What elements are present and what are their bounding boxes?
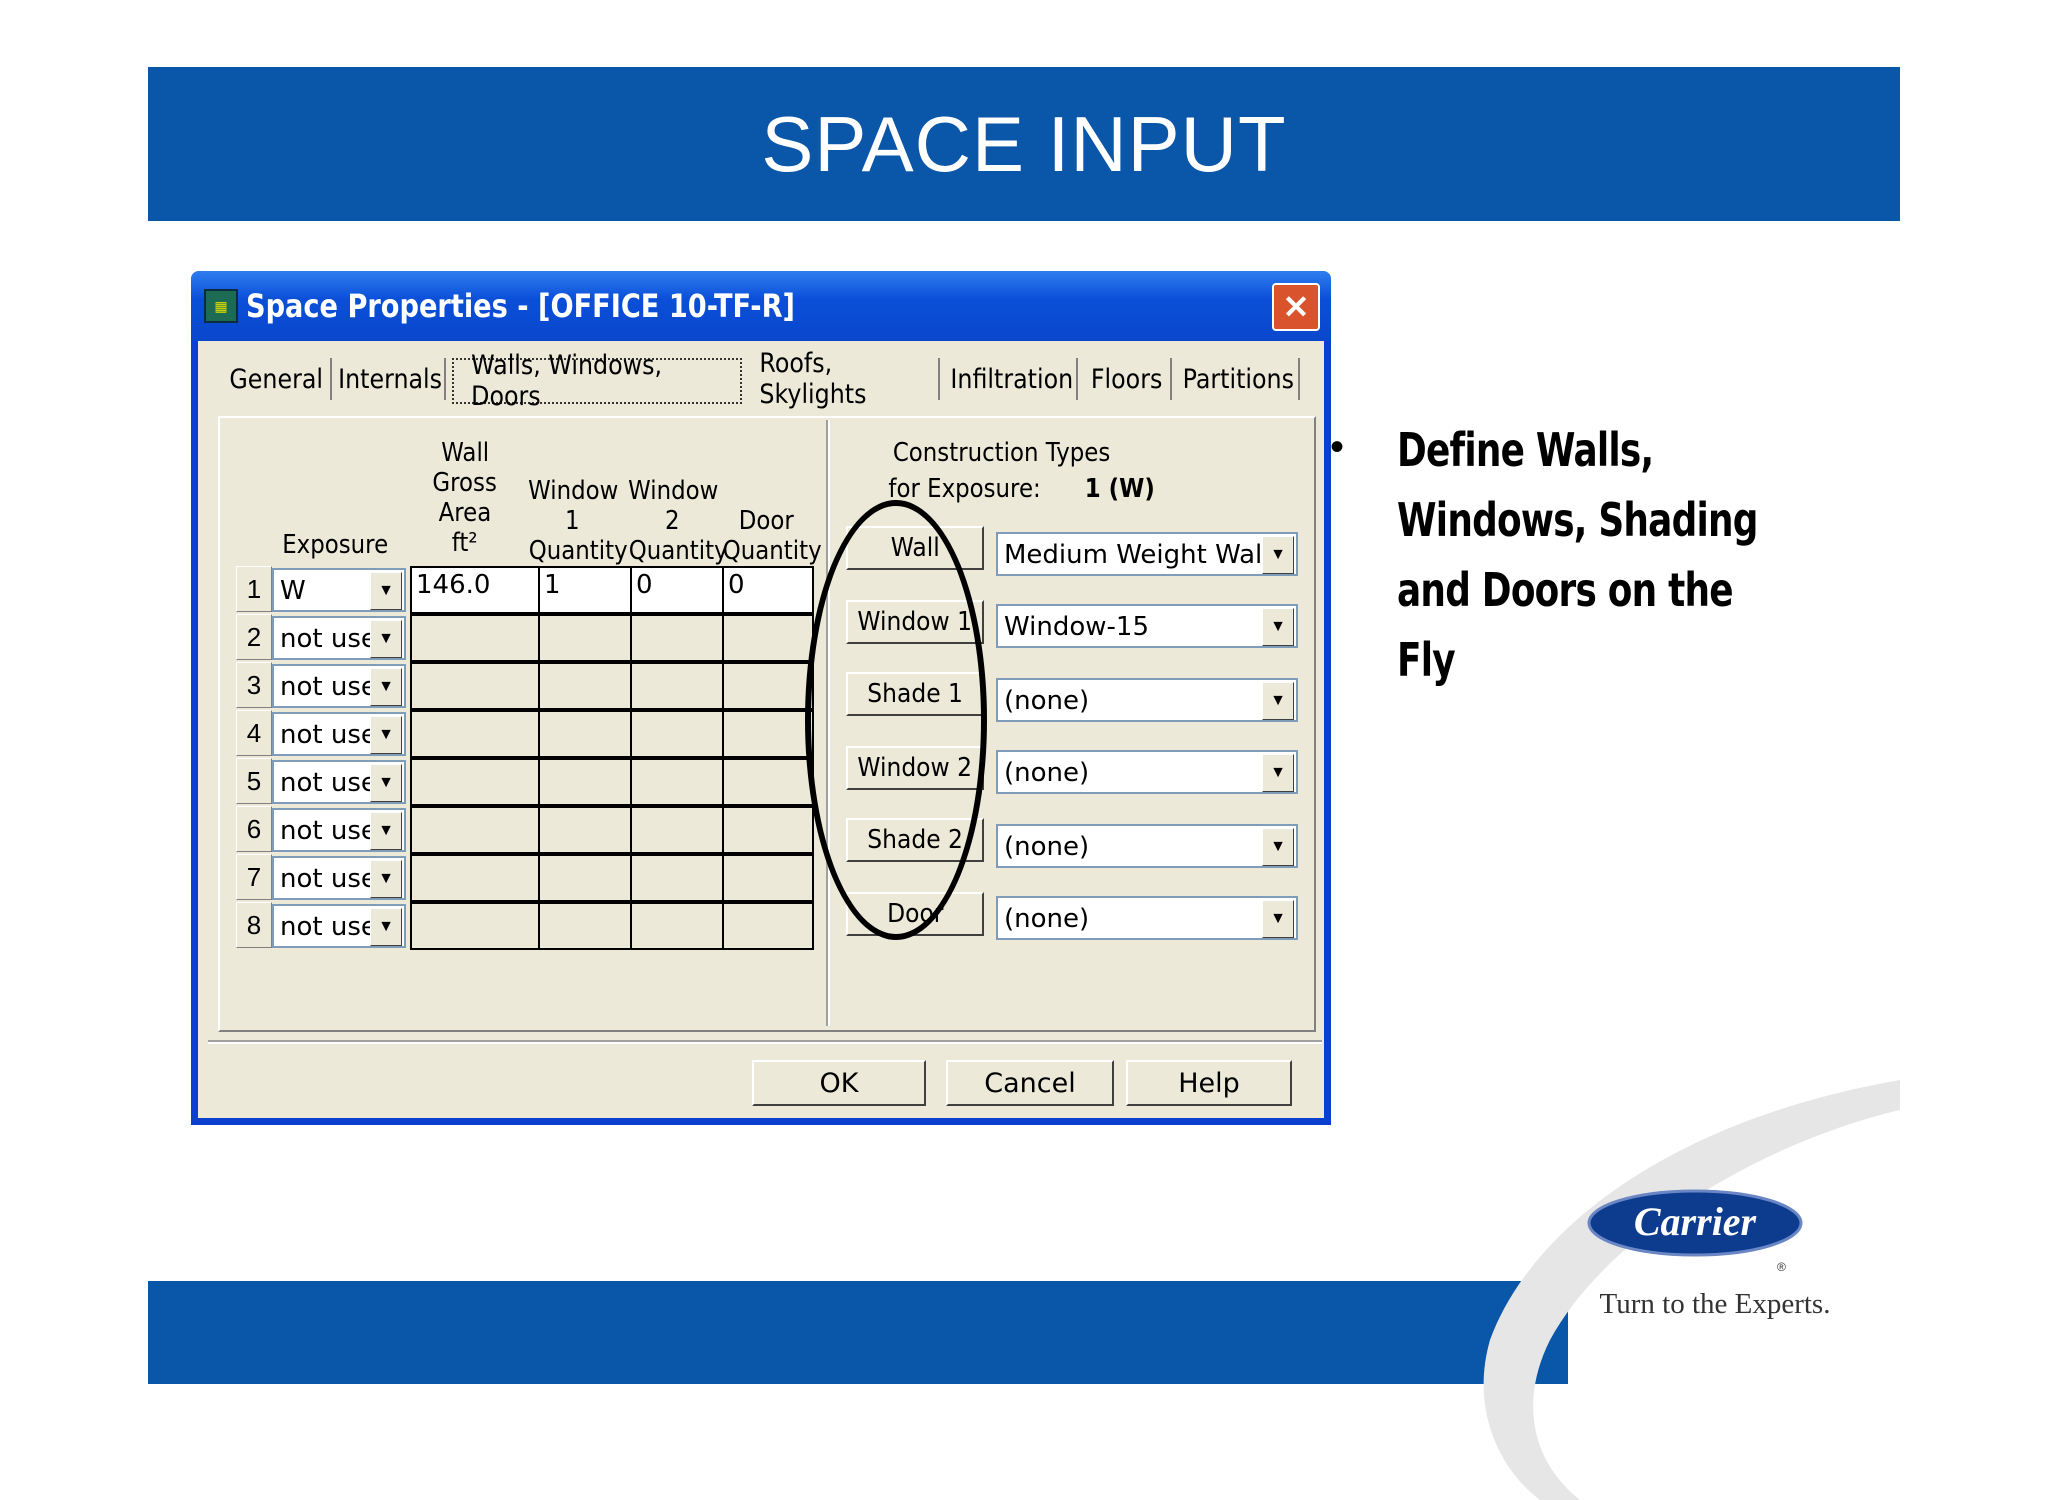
wall-area-input[interactable] <box>410 902 540 950</box>
window1-qty-input[interactable] <box>538 806 632 854</box>
highlight-oval <box>805 500 987 940</box>
window2-qty-input[interactable] <box>630 902 724 950</box>
window1-type-select[interactable]: Window-15 ▼ <box>996 604 1298 648</box>
row-number: 8 <box>236 902 272 948</box>
shade2-type-select[interactable]: (none) ▼ <box>996 824 1298 868</box>
window1-qty-input[interactable] <box>538 902 632 950</box>
door-qty-input[interactable] <box>722 758 814 806</box>
row-number: 4 <box>236 710 272 756</box>
door-qty-input[interactable] <box>722 902 814 950</box>
exposure-select[interactable]: not used▼ <box>272 856 406 900</box>
window2-qty-input[interactable] <box>630 710 724 758</box>
dropdown-arrow-icon[interactable]: ▼ <box>1262 828 1294 866</box>
tab-internals[interactable]: Internals <box>336 358 446 400</box>
header-exposure: Exposure <box>282 530 388 560</box>
tagline: Turn to the Experts. <box>1599 1288 1831 1320</box>
cancel-button[interactable]: Cancel <box>946 1060 1114 1106</box>
door-qty-input[interactable] <box>722 710 814 758</box>
row-number: 2 <box>236 614 272 660</box>
header-wall-area: Wall Gross Area ft² <box>432 438 498 558</box>
window2-qty-input[interactable] <box>630 806 724 854</box>
shade1-type-select[interactable]: (none) ▼ <box>996 678 1298 722</box>
carrier-logo: Carrier <box>1587 1189 1803 1257</box>
header-window1: Window 1 Quantity <box>528 476 628 566</box>
footer-band <box>148 1281 1568 1384</box>
tab-infiltration[interactable]: Infiltration <box>948 358 1078 400</box>
dropdown-arrow-icon[interactable]: ▼ <box>370 620 402 658</box>
row-number: 3 <box>236 662 272 708</box>
dropdown-arrow-icon[interactable]: ▼ <box>1262 682 1294 720</box>
tab-partitions[interactable]: Partitions <box>1178 358 1300 400</box>
dropdown-arrow-icon[interactable]: ▼ <box>370 812 402 850</box>
door-qty-input[interactable] <box>722 806 814 854</box>
tab-floors[interactable]: Floors <box>1084 358 1172 400</box>
close-button[interactable]: ✕ <box>1272 283 1320 331</box>
tab-walls-windows-doors[interactable]: Walls, Windows, Doors <box>452 350 742 412</box>
door-type-select[interactable]: (none) ▼ <box>996 896 1298 940</box>
exposure-select[interactable]: W ▼ <box>272 568 406 612</box>
footer-separator <box>208 1040 1322 1042</box>
tab-roofs-skylights[interactable]: Roofs, Skylights <box>748 348 940 410</box>
door-qty-input[interactable]: 0 <box>722 566 814 614</box>
wall-area-input[interactable] <box>410 710 540 758</box>
svg-text:Carrier: Carrier <box>1634 1199 1757 1244</box>
door-qty-input[interactable] <box>722 662 814 710</box>
wall-area-input[interactable] <box>410 806 540 854</box>
wall-area-input[interactable] <box>410 662 540 710</box>
bullet-marker: • <box>1330 425 1345 469</box>
slide-title: SPACE INPUT <box>761 99 1287 188</box>
construction-types-heading: Construction Types <box>892 438 1111 468</box>
wall-type-select[interactable]: Medium Weight Wall ▼ <box>996 532 1298 576</box>
window2-type-select[interactable]: (none) ▼ <box>996 750 1298 794</box>
registered-mark: ® <box>1777 1260 1786 1274</box>
wall-area-input[interactable] <box>410 758 540 806</box>
wall-area-input[interactable] <box>410 854 540 902</box>
help-button[interactable]: Help <box>1126 1060 1292 1106</box>
dropdown-arrow-icon[interactable]: ▼ <box>1262 536 1294 574</box>
window1-qty-input[interactable] <box>538 614 632 662</box>
header-window2: Window 2 Quantity <box>628 476 728 566</box>
dropdown-arrow-icon[interactable]: ▼ <box>370 716 402 754</box>
tab-general[interactable]: General <box>222 358 332 400</box>
exposure-select[interactable]: not used▼ <box>272 712 406 756</box>
dropdown-arrow-icon[interactable]: ▼ <box>370 764 402 802</box>
window1-qty-input[interactable] <box>538 758 632 806</box>
row-number: 1 <box>236 566 272 612</box>
window2-qty-input[interactable] <box>630 854 724 902</box>
dropdown-arrow-icon[interactable]: ▼ <box>1262 608 1294 646</box>
dropdown-arrow-icon[interactable]: ▼ <box>370 572 402 610</box>
row-number: 6 <box>236 806 272 852</box>
door-qty-input[interactable] <box>722 854 814 902</box>
bullet-text: Define Walls, Windows, Shading and Doors… <box>1397 423 1758 687</box>
dropdown-arrow-icon[interactable]: ▼ <box>1262 754 1294 792</box>
window2-qty-input[interactable] <box>630 758 724 806</box>
dropdown-arrow-icon[interactable]: ▼ <box>370 668 402 706</box>
exposure-select[interactable]: not used▼ <box>272 760 406 804</box>
exposure-select[interactable]: not used▼ <box>272 808 406 852</box>
window2-qty-input[interactable]: 0 <box>630 566 724 614</box>
window1-qty-input[interactable] <box>538 662 632 710</box>
row-number: 5 <box>236 758 272 804</box>
dropdown-arrow-icon[interactable]: ▼ <box>370 908 402 946</box>
window2-qty-input[interactable] <box>630 662 724 710</box>
wall-area-input[interactable]: 146.0 <box>410 566 540 614</box>
dialog-title: Space Properties - [OFFICE 10-TF-R] <box>246 287 795 325</box>
window1-qty-input[interactable] <box>538 710 632 758</box>
exposure-select[interactable]: not used▼ <box>272 616 406 660</box>
for-exposure-label: for Exposure: <box>888 474 1041 504</box>
exposure-select[interactable]: not used▼ <box>272 904 406 948</box>
window1-qty-input[interactable] <box>538 854 632 902</box>
door-qty-input[interactable] <box>722 614 814 662</box>
dropdown-arrow-icon[interactable]: ▼ <box>370 860 402 898</box>
ok-button[interactable]: OK <box>752 1060 926 1106</box>
dropdown-arrow-icon[interactable]: ▼ <box>1262 900 1294 938</box>
wall-area-input[interactable] <box>410 614 540 662</box>
header-door: Door Quantity <box>722 506 822 566</box>
window2-qty-input[interactable] <box>630 614 724 662</box>
exposure-select[interactable]: not used▼ <box>272 664 406 708</box>
exposure-value: 1 (W) <box>1084 474 1155 504</box>
app-icon: ▦ <box>204 289 238 323</box>
window1-qty-input[interactable]: 1 <box>538 566 632 614</box>
row-number: 7 <box>236 854 272 900</box>
